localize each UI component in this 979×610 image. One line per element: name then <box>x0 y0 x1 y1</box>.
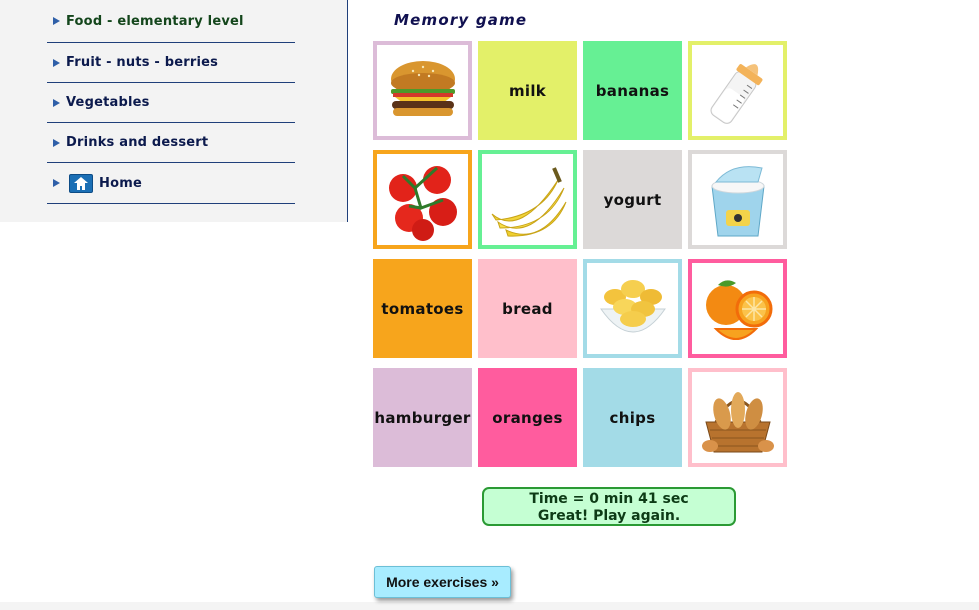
card-label: bananas <box>595 81 670 100</box>
card-yogurt-word[interactable]: yogurt <box>583 150 682 249</box>
card-yogurt-picture[interactable] <box>688 150 787 249</box>
card-label: yogurt <box>603 190 662 209</box>
sidebar-item-fruit-nuts-berries[interactable]: Fruit - nuts - berries <box>47 43 295 83</box>
card-label: bread <box>502 299 553 318</box>
card-oranges-word[interactable]: oranges <box>478 368 577 467</box>
milk-bottle-image <box>710 63 762 124</box>
card-hamburger-word[interactable]: hamburger <box>373 368 472 467</box>
sidebar-nav: Food - elementary level Fruit - nuts - b… <box>47 0 295 204</box>
card-bread-word[interactable]: bread <box>478 259 577 358</box>
triangle-right-icon <box>53 98 60 107</box>
sidebar-item-label: Vegetables <box>66 95 150 110</box>
result-box: Time = 0 min 41 sec Great! Play again. <box>482 487 736 526</box>
card-hamburger-picture[interactable] <box>373 41 472 140</box>
more-exercises-button[interactable]: More exercises » <box>374 566 511 598</box>
hamburger-image <box>390 60 455 116</box>
sidebar-item-drinks-dessert[interactable]: Drinks and dessert <box>47 123 295 163</box>
home-icon <box>69 173 93 193</box>
card-label: tomatoes <box>381 299 464 318</box>
card-chips-word[interactable]: chips <box>583 368 682 467</box>
page-title: Memory game <box>394 11 528 29</box>
card-bananas-picture[interactable] <box>478 150 577 249</box>
sidebar-item-label: Food - elementary level <box>66 13 244 29</box>
footer-strip <box>0 602 979 610</box>
sidebar-item-label: Drinks and dessert <box>66 135 209 150</box>
sidebar-item-vegetables[interactable]: Vegetables <box>47 83 295 123</box>
card-bananas-word[interactable]: bananas <box>583 41 682 140</box>
tomatoes-image <box>388 165 457 241</box>
card-chips-picture[interactable] <box>583 259 682 358</box>
play-again-message[interactable]: Great! Play again. <box>484 508 734 525</box>
card-label: chips <box>609 408 656 427</box>
sidebar: Food - elementary level Fruit - nuts - b… <box>0 0 348 222</box>
oranges-image <box>705 279 772 340</box>
sidebar-item-label: Fruit - nuts - berries <box>66 55 219 70</box>
yogurt-image <box>710 165 765 236</box>
chips-image <box>599 279 666 332</box>
card-milk-picture[interactable] <box>688 41 787 140</box>
sidebar-item-label: Home <box>99 175 142 191</box>
triangle-right-icon <box>53 17 60 25</box>
time-readout: Time = 0 min 41 sec <box>529 491 689 507</box>
card-oranges-picture[interactable] <box>688 259 787 358</box>
triangle-right-icon <box>53 138 60 147</box>
triangle-right-icon <box>53 58 60 67</box>
card-bread-picture[interactable] <box>688 368 787 467</box>
bread-image <box>701 391 774 452</box>
card-label: oranges <box>492 408 563 427</box>
more-exercises-label: More exercises » <box>386 574 499 590</box>
sidebar-item-home[interactable]: Home <box>47 163 295 204</box>
card-milk-word[interactable]: milk <box>478 41 577 140</box>
card-tomatoes-word[interactable]: tomatoes <box>373 259 472 358</box>
card-label: hamburger <box>374 408 471 427</box>
card-tomatoes-picture[interactable] <box>373 150 472 249</box>
card-label: milk <box>508 81 547 100</box>
triangle-right-icon <box>53 179 60 187</box>
sidebar-item-food-elementary[interactable]: Food - elementary level <box>47 0 295 43</box>
bananas-image <box>491 166 566 237</box>
